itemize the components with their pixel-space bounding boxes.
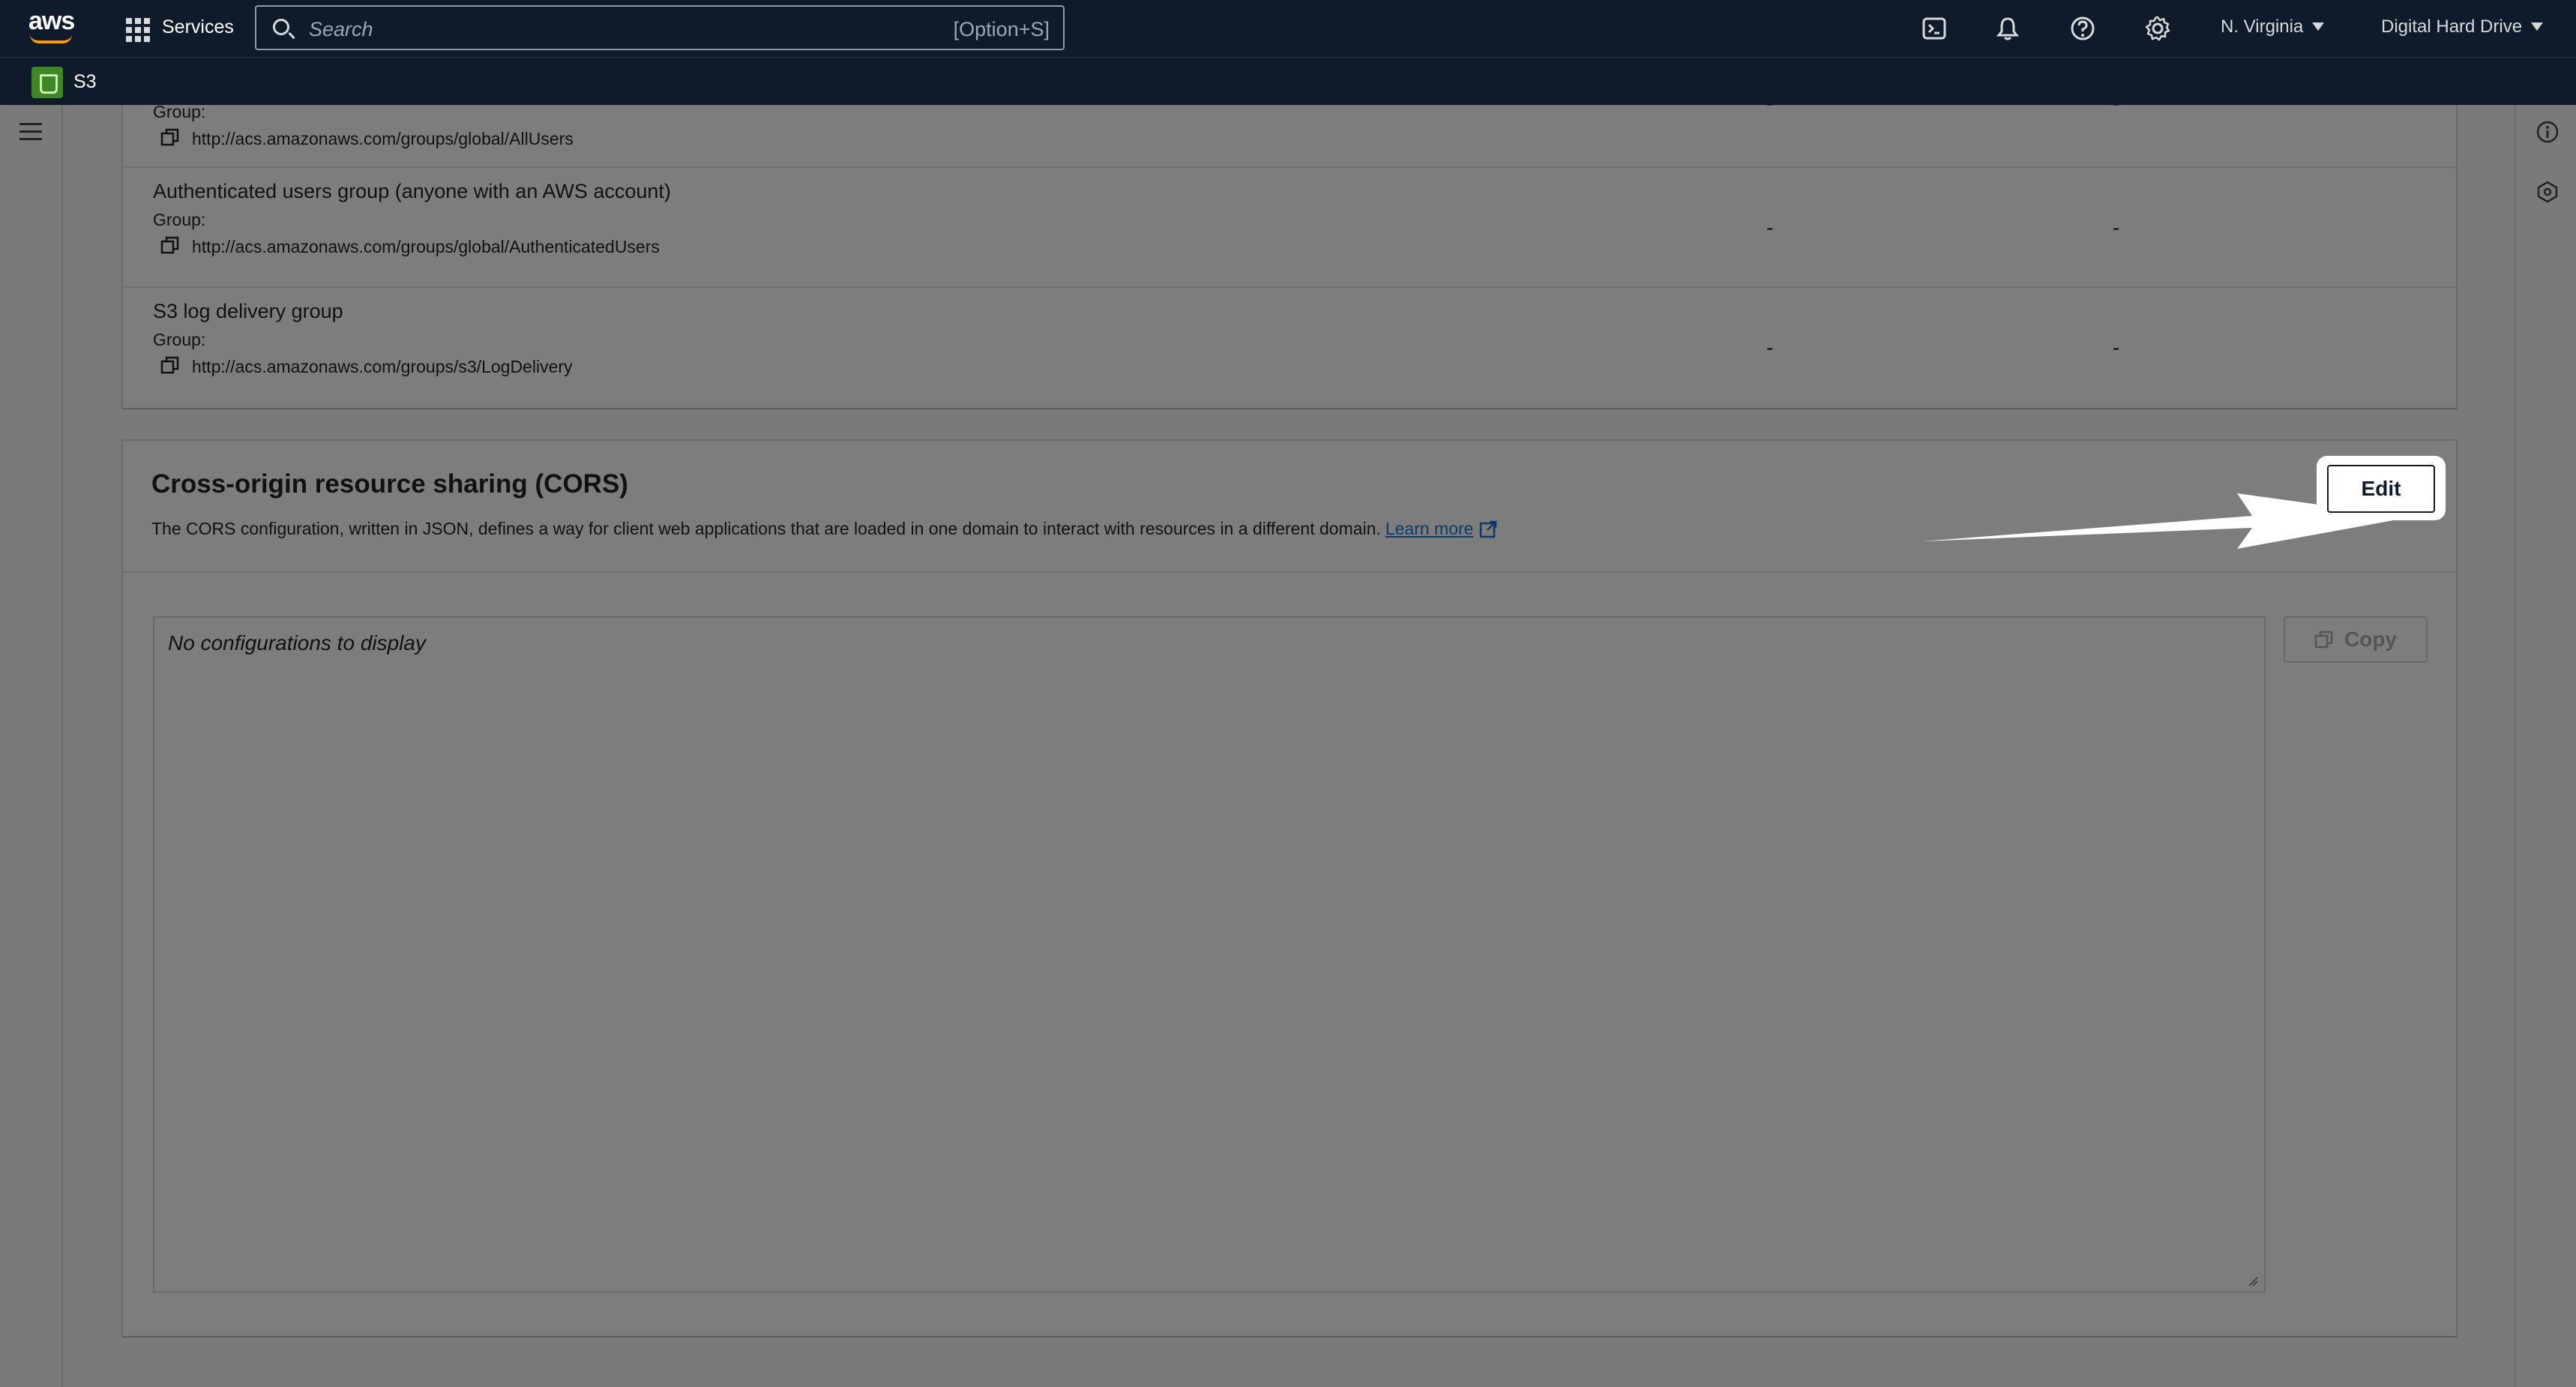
aws-logo[interactable]: aws (28, 7, 76, 48)
search-shortcut: [Option+S] (953, 18, 1050, 40)
feedback-icon[interactable] (2536, 180, 2560, 204)
section-divider (123, 571, 2456, 573)
info-icon[interactable] (2536, 120, 2560, 144)
caret-down-icon (2531, 22, 2544, 31)
grantee-name: Authenticated users group (anyone with a… (153, 180, 671, 202)
menu-icon[interactable] (19, 123, 42, 141)
cors-section: Cross-origin resource sharing (CORS) The… (121, 439, 2458, 1338)
permission-objects: - (1766, 91, 1774, 115)
empty-state-text: No configurations to display (168, 631, 426, 655)
grantee-url: http://acs.amazonaws.com/groups/global/A… (192, 237, 660, 256)
permission-acl: - (2113, 216, 2120, 239)
help-icon[interactable] (2069, 15, 2096, 42)
service-name[interactable]: S3 (73, 71, 97, 93)
section-description: The CORS configuration, written in JSON,… (151, 519, 1497, 539)
search-placeholder: Search (309, 18, 373, 40)
bell-icon[interactable] (1994, 15, 2021, 42)
copy-icon[interactable] (160, 355, 180, 375)
s3-service-icon[interactable] (31, 67, 63, 98)
permission-objects: - (1766, 216, 1774, 239)
search-input[interactable]: Search [Option+S] (255, 5, 1065, 50)
copy-icon (2314, 630, 2334, 649)
grantee-name: S3 log delivery group (153, 300, 343, 322)
copy-icon[interactable] (160, 127, 180, 147)
right-rail (2515, 105, 2576, 1387)
search-icon (273, 19, 289, 35)
group-label: Group: (153, 102, 206, 121)
cors-json-viewer[interactable]: No configurations to display (153, 616, 2266, 1293)
group-label: Group: (153, 330, 206, 349)
permission-objects: - (1766, 336, 1774, 359)
table-row: Authenticated users group (anyone with a… (123, 166, 2456, 286)
gear-icon[interactable] (2144, 15, 2171, 42)
description-text: The CORS configuration, written in JSON,… (151, 519, 1381, 538)
top-navigation: aws Services Search [Option+S] N. Virgin… (0, 0, 2576, 57)
services-menu[interactable]: Services (162, 16, 234, 38)
caret-down-icon (2312, 22, 2325, 31)
edit-cors-button[interactable]: Edit (2327, 465, 2435, 513)
resize-handle-icon[interactable] (2248, 1276, 2258, 1287)
account-menu[interactable]: Digital Hard Drive (2381, 16, 2544, 37)
copy-icon[interactable] (160, 235, 180, 255)
account-label: Digital Hard Drive (2381, 16, 2523, 37)
copy-label: Copy (2344, 628, 2397, 651)
region-label: N. Virginia (2221, 16, 2304, 37)
external-link-icon[interactable] (1479, 520, 1497, 538)
copy-button[interactable]: Copy (2284, 616, 2428, 663)
grantee-url: http://acs.amazonaws.com/groups/s3/LogDe… (192, 357, 573, 376)
section-title: Cross-origin resource sharing (CORS) (151, 469, 628, 499)
left-rail (0, 105, 63, 1387)
aws-smile-icon (30, 34, 72, 43)
table-row: S3 log delivery group Group: http://acs.… (123, 286, 2456, 409)
aws-logo-text: aws (28, 7, 75, 35)
region-selector[interactable]: N. Virginia (2221, 16, 2325, 37)
learn-more-link[interactable]: Learn more (1385, 519, 1474, 538)
acl-grantee-table: Group: http://acs.amazonaws.com/groups/g… (121, 91, 2458, 409)
cloudshell-icon[interactable] (1921, 15, 1948, 42)
group-label: Group: (153, 210, 206, 229)
services-grid-icon[interactable] (126, 18, 150, 42)
permission-acl: - (2113, 91, 2120, 115)
permission-acl: - (2113, 336, 2120, 359)
grantee-url: http://acs.amazonaws.com/groups/global/A… (192, 129, 574, 148)
